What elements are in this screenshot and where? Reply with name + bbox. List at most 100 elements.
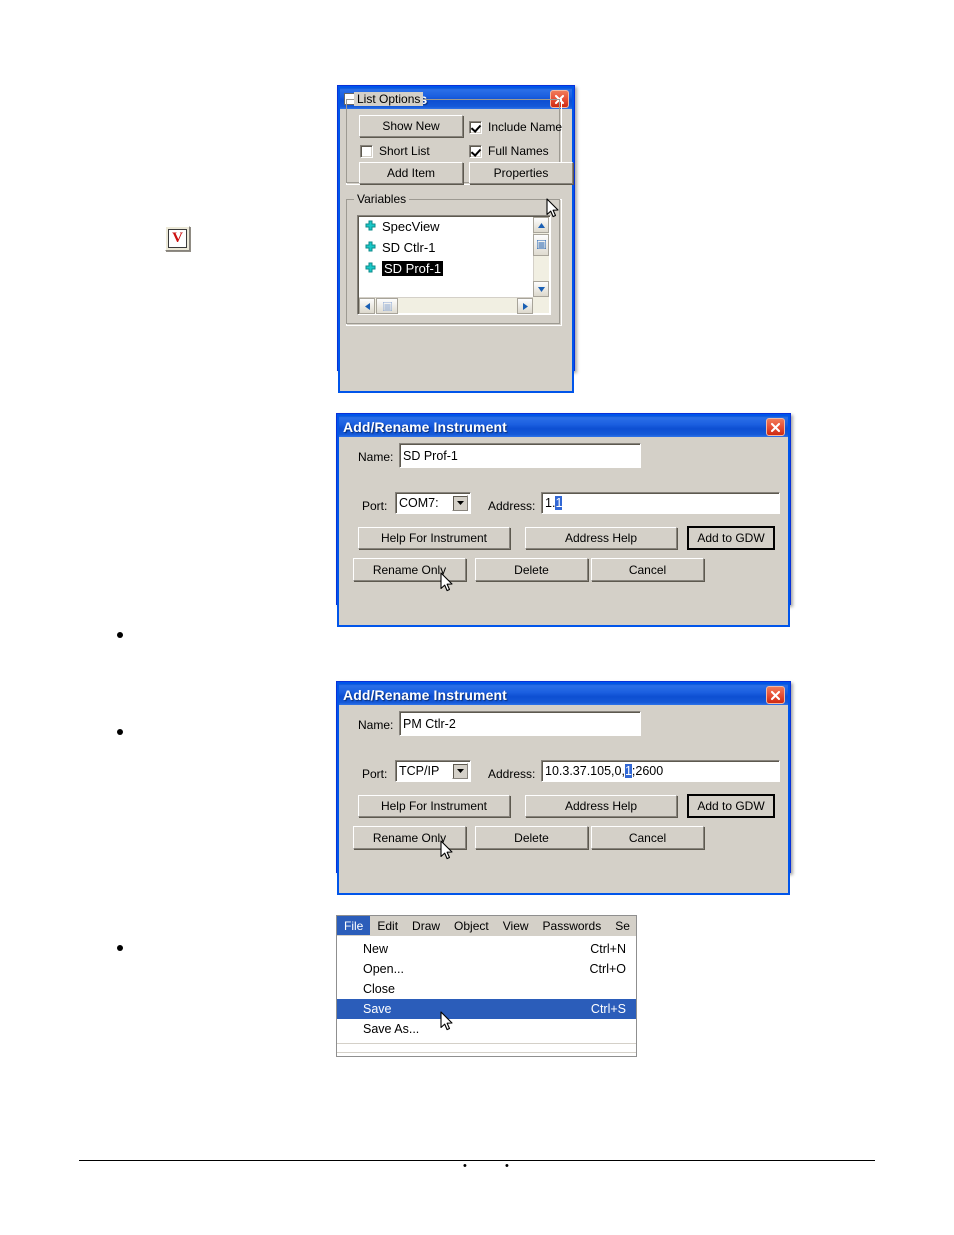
short-list-checkbox-row[interactable]: Short List	[360, 144, 430, 158]
menu-item-accel: Ctrl+N	[590, 942, 626, 956]
short-list-label: Short List	[379, 144, 430, 158]
chevron-down-icon[interactable]	[452, 495, 468, 511]
list-bullet	[117, 632, 123, 638]
expand-plus-icon[interactable]	[364, 220, 377, 233]
add-to-gdw-button[interactable]: Add to GDW	[687, 526, 775, 550]
properties-button[interactable]: Properties	[469, 162, 573, 184]
file-menu-dropdown: New Ctrl+N Open... Ctrl+O Close Save Ctr…	[337, 936, 636, 1053]
full-names-checkbox-row[interactable]: Full Names	[469, 144, 549, 158]
list-item[interactable]: SD Ctlr-1	[358, 237, 550, 258]
vertical-scroll-thumb[interactable]	[533, 234, 549, 256]
expand-plus-icon[interactable]	[364, 241, 377, 254]
port-label: Port:	[362, 499, 388, 513]
variables-legend: Variables	[354, 192, 410, 206]
list-item-label: SD Ctlr-1	[382, 240, 436, 255]
scroll-down-icon[interactable]	[533, 281, 549, 297]
footer-rule	[79, 1160, 875, 1161]
list-item-label: SD Prof-1	[382, 261, 444, 276]
menubar: File Edit Draw Object View Passwords Se	[337, 916, 636, 936]
add-to-gdw-button[interactable]: Add to GDW	[687, 794, 775, 818]
list-options-legend: List Options	[354, 92, 424, 106]
vertical-scrollbar[interactable]	[533, 217, 549, 297]
menu-item-close[interactable]: Close	[337, 979, 636, 999]
name-input[interactable]: PM Ctlr-2	[399, 711, 641, 736]
scroll-left-icon[interactable]	[359, 298, 375, 314]
full-names-label: Full Names	[488, 144, 549, 158]
close-icon[interactable]	[766, 418, 785, 436]
menubar-item-edit[interactable]: Edit	[370, 916, 405, 935]
address-selected-text: 1	[555, 496, 563, 510]
menu-item-new[interactable]: New Ctrl+N	[337, 939, 636, 959]
address-prefix: 10.3.37.105,0,	[545, 764, 625, 778]
menu-item-open[interactable]: Open... Ctrl+O	[337, 959, 636, 979]
menubar-item-file[interactable]: File	[337, 916, 371, 935]
menubar-item-object[interactable]: Object	[447, 916, 496, 935]
port-select-value: TCP/IP	[399, 764, 440, 778]
variables-toolbar-icon: V	[168, 229, 187, 248]
help-for-instrument-button[interactable]: Help For Instrument	[358, 795, 510, 817]
variables-dialog-body: List Options Show New Short List Include…	[338, 92, 574, 393]
address-help-button[interactable]: Address Help	[525, 527, 677, 549]
horizontal-scrollbar[interactable]	[359, 297, 533, 314]
rename-only-button[interactable]: Rename Only	[353, 826, 466, 849]
list-bullet	[117, 729, 123, 735]
name-input-value: SD Prof-1	[403, 448, 458, 463]
variables-listbox[interactable]: SpecView SD Ctlr-1 SD Prof-1	[357, 215, 551, 315]
address-input[interactable]: 10.3.37.105,0, 1 ;2600	[541, 760, 780, 782]
menu-item-save-as[interactable]: Save As...	[337, 1019, 636, 1039]
scroll-up-icon[interactable]	[533, 217, 549, 233]
close-icon[interactable]	[766, 686, 785, 704]
address-prefix: 1.	[545, 496, 556, 510]
list-item[interactable]: SpecView	[358, 216, 550, 237]
cancel-button[interactable]: Cancel	[591, 558, 704, 581]
help-for-instrument-button[interactable]: Help For Instrument	[358, 527, 510, 549]
include-name-label: Include Name	[488, 120, 563, 134]
instrument-1-dialog-title: Add/Rename Instrument	[343, 418, 507, 435]
menubar-item-draw[interactable]: Draw	[405, 916, 447, 935]
short-list-checkbox[interactable]	[360, 144, 373, 158]
menu-item-save[interactable]: Save Ctrl+S	[337, 999, 636, 1019]
menu-item-label: Open...	[363, 962, 404, 976]
instrument-2-dialog-title: Add/Rename Instrument	[343, 686, 507, 703]
port-select[interactable]: COM7:	[395, 492, 471, 514]
instrument-2-titlebar[interactable]: Add/Rename Instrument	[337, 682, 790, 705]
menu-separator	[337, 1043, 636, 1050]
menu-item-label: New	[363, 942, 389, 956]
address-input[interactable]: 1. 1	[541, 492, 780, 514]
address-help-button[interactable]: Address Help	[525, 795, 677, 817]
port-select[interactable]: TCP/IP	[395, 760, 471, 782]
expand-plus-icon[interactable]	[364, 262, 377, 275]
list-bullet	[117, 945, 123, 951]
include-name-checkbox-row[interactable]: Include Name	[469, 120, 562, 134]
scroll-right-icon[interactable]	[517, 298, 533, 314]
horizontal-scroll-thumb[interactable]	[376, 298, 398, 314]
add-rename-instrument-dialog-1: Add/Rename Instrument Name: SD Prof-1 Po…	[336, 413, 791, 627]
show-new-button[interactable]: Show New	[359, 115, 463, 137]
scrollbar-corner	[533, 297, 549, 313]
variables-toolbar-button[interactable]: V	[165, 226, 190, 251]
instrument-1-titlebar[interactable]: Add/Rename Instrument	[337, 414, 790, 437]
address-label: Address:	[488, 767, 536, 781]
name-input[interactable]: SD Prof-1	[399, 443, 641, 468]
menubar-item-view[interactable]: View	[496, 916, 536, 935]
name-label: Name:	[358, 718, 394, 732]
rename-only-button[interactable]: Rename Only	[353, 558, 466, 581]
port-label: Port:	[362, 767, 388, 781]
add-rename-instrument-dialog-2: Add/Rename Instrument Name: PM Ctlr-2 Po…	[336, 681, 791, 895]
instrument-2-body: Name: PM Ctlr-2 Port: TCP/IP Address: 10…	[337, 705, 790, 895]
menubar-item-passwords[interactable]: Passwords	[536, 916, 609, 935]
file-menu-window: File Edit Draw Object View Passwords Se …	[336, 915, 637, 1057]
chevron-down-icon[interactable]	[452, 763, 468, 779]
cancel-button[interactable]: Cancel	[591, 826, 704, 849]
full-names-checkbox[interactable]	[469, 144, 482, 158]
list-item-selected[interactable]: SD Prof-1	[358, 258, 550, 279]
port-select-value: COM7:	[399, 496, 439, 510]
menubar-item-settings[interactable]: Se	[608, 916, 636, 935]
menu-item-label: Save As...	[363, 1022, 420, 1036]
include-name-checkbox[interactable]	[469, 120, 482, 134]
delete-button[interactable]: Delete	[475, 826, 588, 849]
address-suffix: ;2600	[631, 764, 664, 778]
name-label: Name:	[358, 450, 394, 464]
delete-button[interactable]: Delete	[475, 558, 588, 581]
add-item-button[interactable]: Add Item	[359, 162, 463, 184]
